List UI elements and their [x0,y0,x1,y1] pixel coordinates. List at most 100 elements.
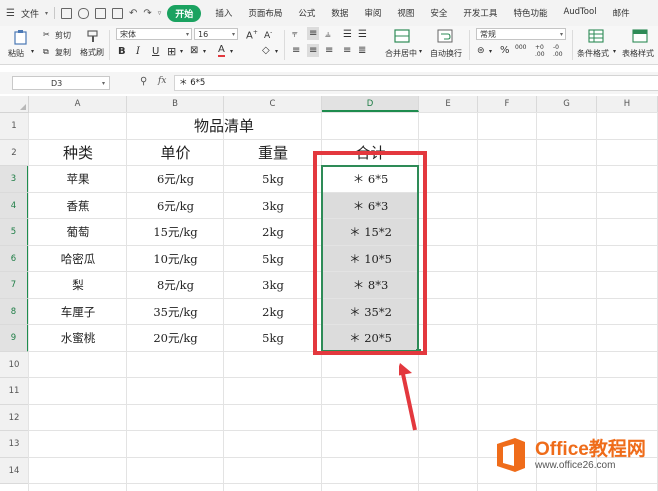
table-cell[interactable]: 3kg [224,193,322,220]
table-cell[interactable]: 6元/kg [127,193,224,220]
table-cell[interactable]: 水蜜桃 [29,325,127,352]
column-header-e[interactable]: E [419,96,478,112]
borders-icon[interactable]: ⊞ [167,45,176,58]
bold-button[interactable]: B [118,46,126,57]
column-header-b[interactable]: B [127,96,224,112]
table-cell[interactable]: 葡萄 [29,219,127,246]
table-cell[interactable]: 10元/kg [127,246,224,273]
table-cell[interactable]: 5kg [224,166,322,193]
table-cell[interactable]: 车厘子 [29,299,127,326]
format-painter-button[interactable]: 格式刷 [80,47,104,58]
tab-formulas[interactable]: 公式 [290,7,323,19]
row-header-14[interactable]: 14 [0,457,29,484]
align-right-icon[interactable]: ≡ [325,45,333,56]
table-style-button[interactable]: 表格样式 [622,48,654,59]
table-cell[interactable]: 香蕉 [29,193,127,220]
decrease-decimal-icon[interactable]: -0.00 [553,44,563,58]
row-header-11[interactable]: 11 [0,378,29,405]
font-name-select[interactable]: 宋体 ▾ [116,28,192,40]
file-menu[interactable]: 文件 [21,7,39,20]
column-header-h[interactable]: H [597,96,658,112]
table-cell[interactable]: 6元/kg [127,166,224,193]
column-header-c[interactable]: C [224,96,322,112]
merge-center-button[interactable]: 合并居中 [385,48,417,59]
chevron-down-icon[interactable]: ▾ [203,48,206,55]
tab-page-layout[interactable]: 页面布局 [240,7,290,19]
table-cell[interactable]: 20元/kg [127,325,224,352]
decrease-font-icon[interactable]: A- [264,29,272,41]
tab-mail[interactable]: 邮件 [605,7,638,19]
copy-icon[interactable]: ⧉ [43,47,49,57]
cell-area[interactable]: 物品清单 种类 单价 重量 合计 苹果 6元/kg 5kg ＊ 6*5 香蕉 6元/kg 3kg ＊ 6… [28,112,658,491]
header-cell[interactable]: 种类 [29,140,127,167]
undo-icon[interactable]: ↶ [129,8,137,19]
wrap-text-button[interactable]: 自动换行 [430,48,462,59]
tab-features[interactable]: 特色功能 [505,7,555,19]
chevron-down-icon[interactable]: ▾ [419,48,422,55]
justify-icon[interactable]: ≡ [343,45,351,56]
table-cell[interactable]: 哈密瓜 [29,246,127,273]
print-preview-icon[interactable] [112,7,123,19]
column-header-a[interactable]: A [29,96,127,112]
table-cell[interactable]: 35元/kg [127,299,224,326]
sheet-title-cell[interactable]: 物品清单 [29,113,419,140]
table-style-icon[interactable] [632,29,648,43]
print-icon[interactable] [95,7,106,19]
column-header-f[interactable]: F [478,96,537,112]
formula-input[interactable]: ＊ 6*5 [174,75,658,91]
eraser-icon[interactable]: ◇ [262,45,270,56]
row-header-13[interactable]: 13 [0,431,29,458]
align-center-icon[interactable]: ≡ [307,44,320,57]
row-header-3[interactable]: 3 [0,166,29,193]
align-left-icon[interactable]: ≡ [292,45,300,56]
distributed-icon[interactable]: ≣ [358,45,366,56]
chevron-down-icon[interactable]: ▾ [275,48,278,55]
row-header-7[interactable]: 7 [0,272,29,299]
underline-button[interactable]: U [152,46,159,57]
table-cell[interactable]: 梨 [29,272,127,299]
increase-decimal-icon[interactable]: +0.00 [535,44,545,58]
table-cell[interactable]: 2kg [224,299,322,326]
tab-view[interactable]: 视图 [389,7,422,19]
number-format-select[interactable]: 常规 ▾ [476,28,566,40]
tab-insert[interactable]: 插入 [207,7,240,19]
row-header-5[interactable]: 5 [0,219,29,246]
table-cell[interactable]: 5kg [224,325,322,352]
chevron-down-icon[interactable]: ▾ [45,10,48,17]
fill-color-icon[interactable]: ⊠ [190,45,198,56]
table-cell[interactable]: 2kg [224,219,322,246]
table-cell[interactable]: 苹果 [29,166,127,193]
column-header-g[interactable]: G [537,96,597,112]
wrap-text-icon[interactable] [437,29,453,43]
header-cell[interactable]: 重量 [224,140,322,167]
table-cell[interactable]: 5kg [224,246,322,273]
table-cell[interactable]: 3kg [224,272,322,299]
align-middle-icon[interactable]: ≡ [307,27,320,40]
increase-font-icon[interactable]: A+ [246,29,258,41]
chevron-down-icon[interactable]: ▾ [180,48,183,55]
row-header-1[interactable]: 1 [0,113,29,140]
tab-start[interactable]: 开始 [167,4,202,22]
redo-icon[interactable]: ↷ [143,8,151,19]
chevron-down-icon[interactable]: ▾ [489,48,492,55]
save-icon[interactable] [61,7,72,19]
outdent-icon[interactable]: ☰ [358,29,367,40]
zoom-icon[interactable]: ⚲ [140,76,147,87]
currency-icon[interactable]: ⊜ [477,46,485,56]
merge-center-icon[interactable] [394,29,410,43]
chevron-down-icon[interactable]: ▾ [31,48,34,55]
tab-data[interactable]: 数据 [323,7,356,19]
hamburger-icon[interactable]: ☰ [6,8,15,19]
export-icon[interactable] [78,7,89,19]
font-color-icon[interactable]: A [218,45,225,57]
thousands-button[interactable]: 000 [515,44,526,51]
font-size-select[interactable]: 16 ▾ [194,28,238,40]
scissors-icon[interactable]: ✂ [43,30,50,39]
paste-button[interactable]: 粘贴 [8,48,24,59]
align-top-icon[interactable]: ⫧ [292,29,298,40]
table-cell[interactable]: 15元/kg [127,219,224,246]
italic-button[interactable]: I [136,46,140,57]
customize-icon[interactable]: ▿ [158,9,162,17]
paste-icon[interactable] [13,29,29,45]
row-header-2[interactable]: 2 [0,139,29,166]
